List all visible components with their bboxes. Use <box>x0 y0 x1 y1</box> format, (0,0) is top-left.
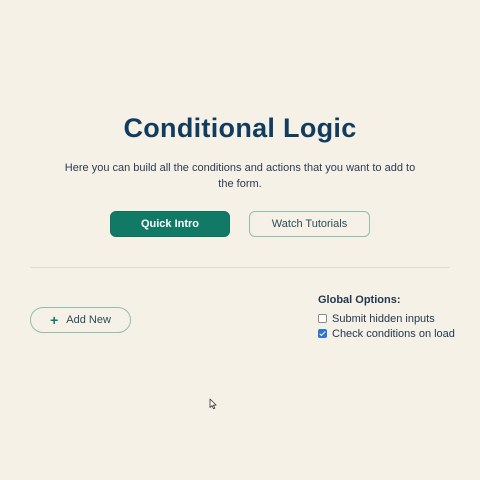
page-title: Conditional Logic <box>123 113 357 143</box>
option-submit-hidden-inputs[interactable]: Submit hidden inputs <box>318 311 468 326</box>
option-label: Check conditions on load <box>332 327 455 340</box>
option-label: Submit hidden inputs <box>332 312 435 325</box>
add-new-label: Add New <box>66 314 111 326</box>
add-new-button[interactable]: + Add New <box>30 307 131 333</box>
check-conditions-on-load-checkbox[interactable] <box>318 329 327 338</box>
global-options-title: Global Options: <box>318 294 401 306</box>
global-options-panel: Global Options: Submit hidden inputs Che… <box>318 294 468 341</box>
submit-hidden-inputs-checkbox[interactable] <box>318 314 327 323</box>
page-description: Here you can build all the conditions an… <box>64 162 416 190</box>
plus-icon: + <box>50 312 59 328</box>
section-divider <box>30 267 450 268</box>
quick-intro-button[interactable]: Quick Intro <box>110 211 230 237</box>
watch-tutorials-button[interactable]: Watch Tutorials <box>249 211 370 237</box>
option-check-conditions-on-load[interactable]: Check conditions on load <box>318 326 468 341</box>
mouse-cursor-icon <box>209 398 217 410</box>
